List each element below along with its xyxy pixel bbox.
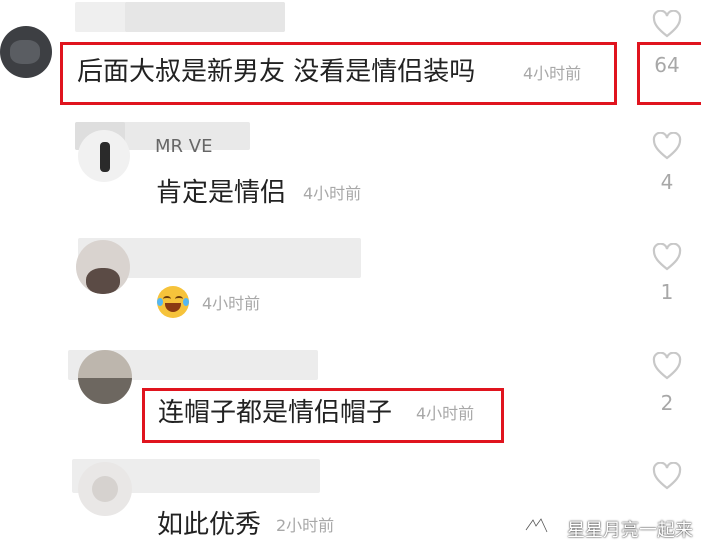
like-count: 4 bbox=[660, 170, 674, 194]
like-button[interactable] bbox=[637, 132, 697, 160]
username[interactable]: MR VE bbox=[155, 138, 212, 152]
comment-text: 如此优秀 bbox=[157, 510, 262, 540]
heart-icon bbox=[652, 462, 682, 490]
highlight-box bbox=[60, 42, 617, 105]
comment-time: 4小时前 bbox=[303, 184, 362, 203]
heart-icon bbox=[652, 132, 682, 160]
laughing-crying-emoji-icon bbox=[157, 286, 189, 318]
like-count: 2 bbox=[660, 391, 674, 415]
comment-time: 2小时前 bbox=[276, 516, 335, 535]
like-button[interactable] bbox=[637, 243, 697, 271]
avatar[interactable] bbox=[78, 462, 132, 516]
comment-time: 4小时前 bbox=[202, 294, 261, 313]
highlight-box bbox=[637, 42, 701, 105]
heart-icon bbox=[652, 352, 682, 380]
avatar[interactable] bbox=[76, 240, 130, 294]
avatar[interactable] bbox=[0, 26, 52, 78]
like-button[interactable] bbox=[637, 462, 697, 490]
like-button[interactable] bbox=[637, 10, 697, 38]
like-button[interactable] bbox=[637, 352, 697, 380]
heart-icon bbox=[652, 243, 682, 271]
avatar[interactable] bbox=[78, 350, 132, 404]
heart-icon bbox=[652, 10, 682, 38]
like-count: 1 bbox=[660, 280, 674, 304]
username-redacted bbox=[125, 2, 285, 32]
watermark: 星星月亮一起来 bbox=[567, 520, 693, 541]
wechat-logo-icon bbox=[523, 516, 549, 536]
avatar[interactable] bbox=[78, 130, 130, 182]
highlight-box bbox=[142, 388, 504, 443]
comment-text: 肯定是情侣 bbox=[156, 178, 287, 208]
